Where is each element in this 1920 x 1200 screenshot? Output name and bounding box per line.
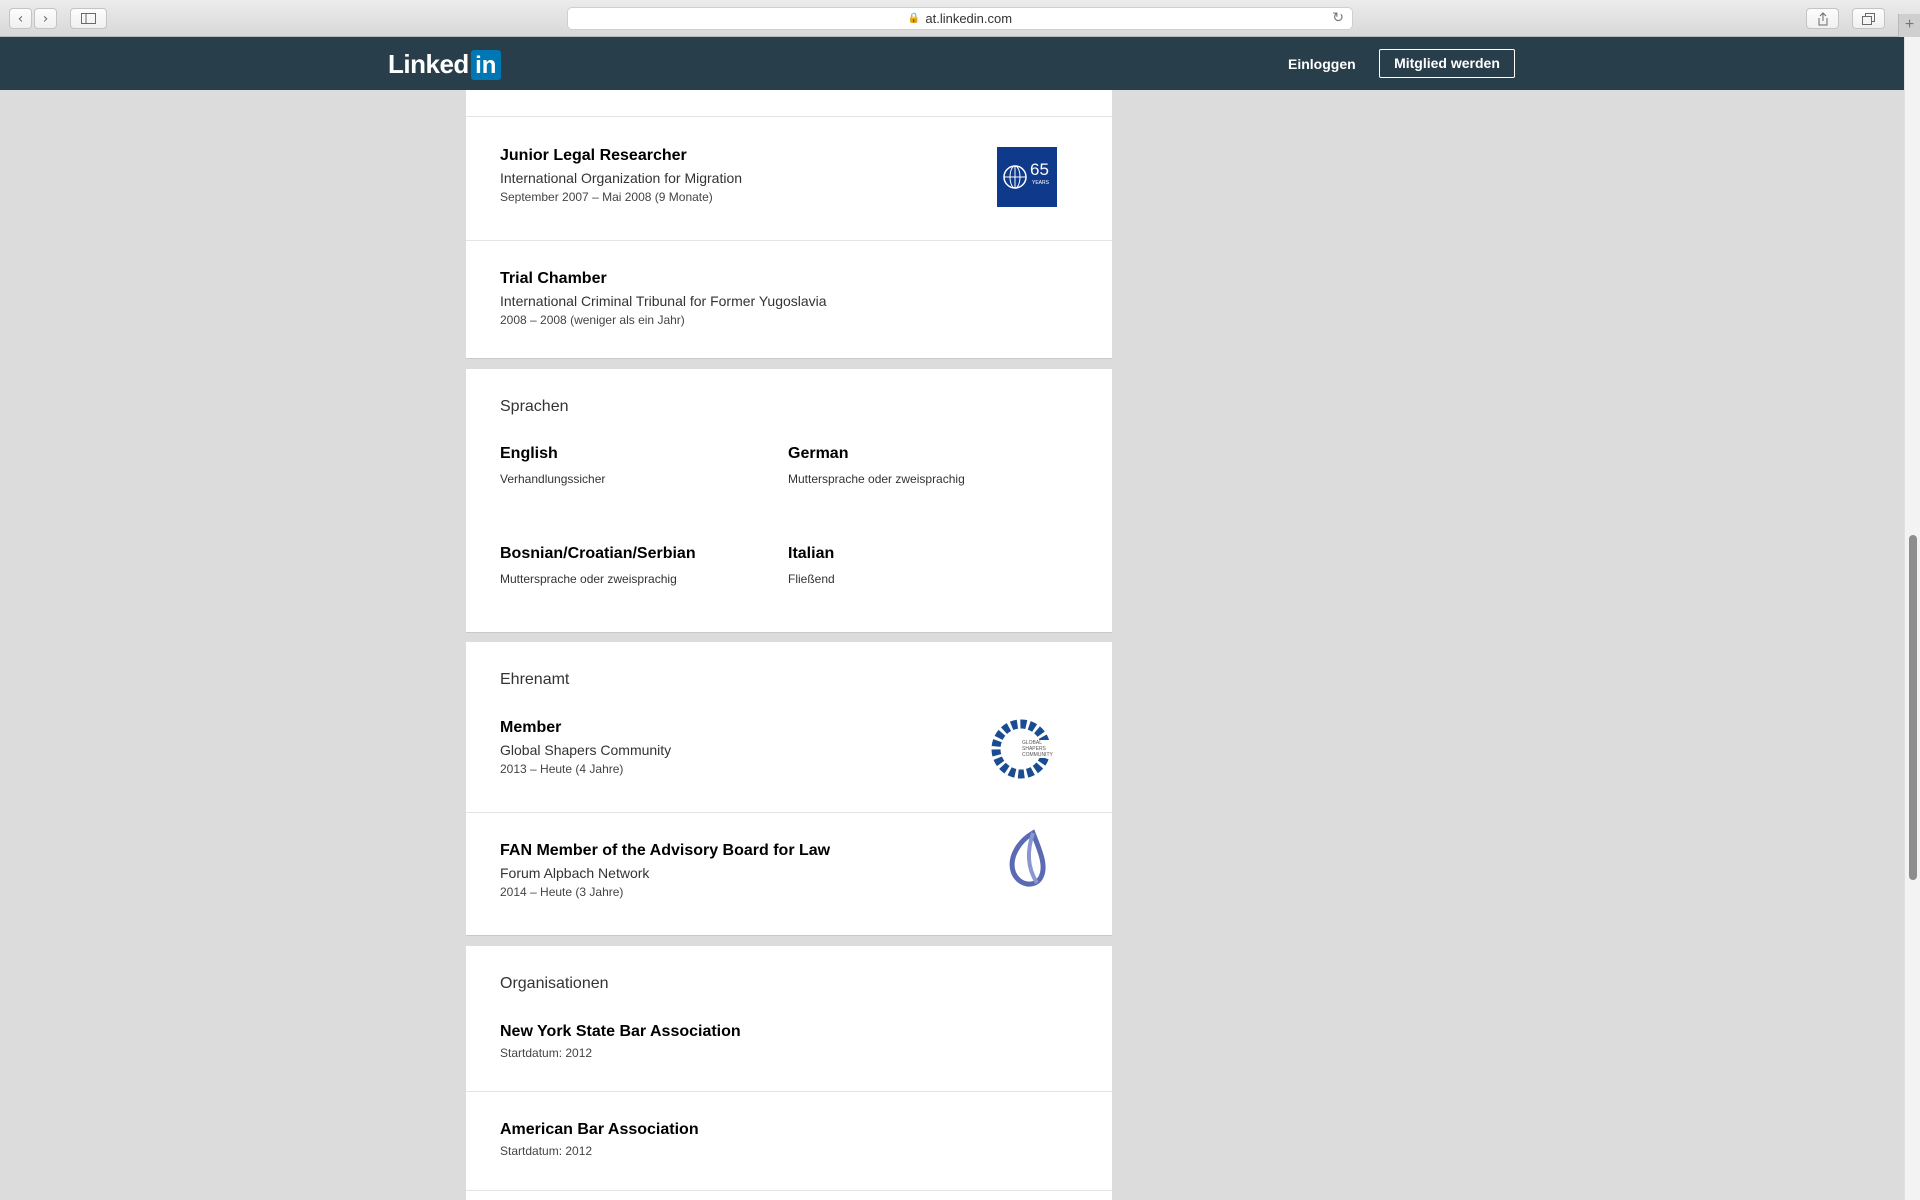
language-item: German Muttersprache oder zweisprachig bbox=[788, 445, 965, 486]
chevron-left-icon: ‹ bbox=[17, 10, 24, 27]
volunteer-role[interactable]: FAN Member of the Advisory Board for Law bbox=[500, 842, 830, 860]
alpbach-drop-icon bbox=[1009, 829, 1046, 887]
linkedin-logo[interactable]: Linked in bbox=[388, 49, 501, 80]
section-title: Sprachen bbox=[500, 398, 569, 415]
tabs-icon bbox=[1862, 12, 1875, 25]
start-date: Startdatum: 2012 bbox=[500, 1144, 593, 1158]
language-proficiency: Verhandlungssicher bbox=[500, 472, 606, 486]
share-button[interactable] bbox=[1806, 8, 1839, 29]
scrollbar-thumb[interactable] bbox=[1909, 535, 1917, 880]
shapers-logo-text: GLOBAL SHAPERS COMMUNITY bbox=[1022, 740, 1063, 758]
organization-name[interactable]: Global Shapers Community bbox=[500, 742, 671, 758]
language-proficiency: Muttersprache oder zweisprachig bbox=[788, 472, 965, 486]
volunteer-entry: FAN Member of the Advisory Board for Law… bbox=[466, 813, 1112, 936]
globe-icon bbox=[1003, 165, 1027, 189]
logo-in-badge: in bbox=[470, 49, 501, 80]
url-text: at.linkedin.com bbox=[925, 11, 1013, 26]
iom-logo[interactable]: 65 YEARS bbox=[997, 147, 1057, 207]
volunteer-role[interactable]: Member bbox=[500, 719, 561, 737]
tabs-overview-button[interactable] bbox=[1852, 8, 1885, 29]
language-item: Italian Fließend bbox=[788, 545, 835, 586]
logo-text: Linked bbox=[388, 49, 469, 79]
experience-entry: Trial Chamber International Criminal Tri… bbox=[466, 241, 1112, 359]
sidebar-toggle-button[interactable] bbox=[70, 8, 107, 29]
back-button[interactable]: ‹ bbox=[9, 8, 32, 29]
start-date: Startdatum: 2012 bbox=[500, 1046, 593, 1060]
lock-icon: 🔒 bbox=[907, 13, 921, 24]
organization-name: New York State Bar Association bbox=[500, 1023, 741, 1040]
language-item: English Verhandlungssicher bbox=[500, 445, 605, 486]
linkedin-header: Linked in Einloggen Mitglied werden bbox=[0, 37, 1904, 90]
language-name: Bosnian/Croatian/Serbian bbox=[500, 545, 696, 562]
date-range: 2008 – 2008 (weniger als ein Jahr) bbox=[500, 313, 685, 327]
logo-years-label: YEARS bbox=[1032, 180, 1049, 186]
reload-icon[interactable]: ↻ bbox=[1332, 10, 1344, 26]
volunteer-entry: Member Global Shapers Community 2013 – H… bbox=[466, 642, 1112, 812]
new-tab-button[interactable]: + bbox=[1898, 14, 1920, 37]
browser-toolbar: ‹ › 🔒 at.linkedin.com ↻ + bbox=[0, 0, 1920, 37]
date-range: 2014 – Heute (3 Jahre) bbox=[500, 885, 624, 899]
language-item: Bosnian/Croatian/Serbian Muttersprache o… bbox=[500, 545, 696, 586]
forward-button[interactable]: › bbox=[34, 8, 57, 29]
chevron-right-icon: › bbox=[42, 10, 49, 27]
experience-entry: Junior Legal Researcher International Or… bbox=[466, 117, 1112, 241]
divider bbox=[466, 1190, 1112, 1191]
experience-section: Junior Legal Researcher International Or… bbox=[466, 90, 1112, 359]
organizations-section: Organisationen New York State Bar Associ… bbox=[466, 946, 1112, 1200]
login-link[interactable]: Einloggen bbox=[1288, 56, 1356, 72]
address-bar[interactable]: 🔒 at.linkedin.com ↻ bbox=[567, 7, 1353, 30]
languages-section: Sprachen English Verhandlungssicher Germ… bbox=[466, 369, 1112, 633]
sidebar-icon bbox=[81, 13, 96, 24]
organization-entry: American Bar Association Startdatum: 201… bbox=[466, 1092, 1112, 1190]
plus-icon: + bbox=[1904, 16, 1915, 33]
position-title[interactable]: Junior Legal Researcher bbox=[500, 147, 687, 165]
language-proficiency: Muttersprache oder zweisprachig bbox=[500, 572, 677, 586]
language-name: English bbox=[500, 445, 558, 462]
volunteer-section: Ehrenamt Member Global Shapers Community… bbox=[466, 642, 1112, 936]
global-shapers-logo[interactable]: GLOBAL SHAPERS COMMUNITY bbox=[991, 719, 1063, 779]
organization-name[interactable]: Forum Alpbach Network bbox=[500, 865, 649, 881]
logo-years-number: 65 bbox=[1030, 160, 1049, 179]
language-proficiency: Fließend bbox=[788, 572, 835, 586]
logo-line: COMMUNITY bbox=[1022, 752, 1053, 758]
forum-alpbach-logo[interactable] bbox=[997, 829, 1057, 893]
date-range: 2013 – Heute (4 Jahre) bbox=[500, 762, 624, 776]
company-name[interactable]: International Organization for Migration bbox=[500, 170, 742, 186]
position-title[interactable]: Trial Chamber bbox=[500, 270, 607, 288]
join-button[interactable]: Mitglied werden bbox=[1379, 49, 1515, 78]
language-name: Italian bbox=[788, 545, 835, 562]
date-range: September 2007 – Mai 2008 (9 Monate) bbox=[500, 190, 713, 204]
organization-entry: New York State Bar Association Startdatu… bbox=[466, 946, 1112, 1091]
language-name: German bbox=[788, 445, 849, 462]
company-name[interactable]: International Criminal Tribunal for Form… bbox=[500, 293, 827, 309]
organization-name: American Bar Association bbox=[500, 1121, 699, 1138]
share-icon bbox=[1818, 11, 1827, 25]
